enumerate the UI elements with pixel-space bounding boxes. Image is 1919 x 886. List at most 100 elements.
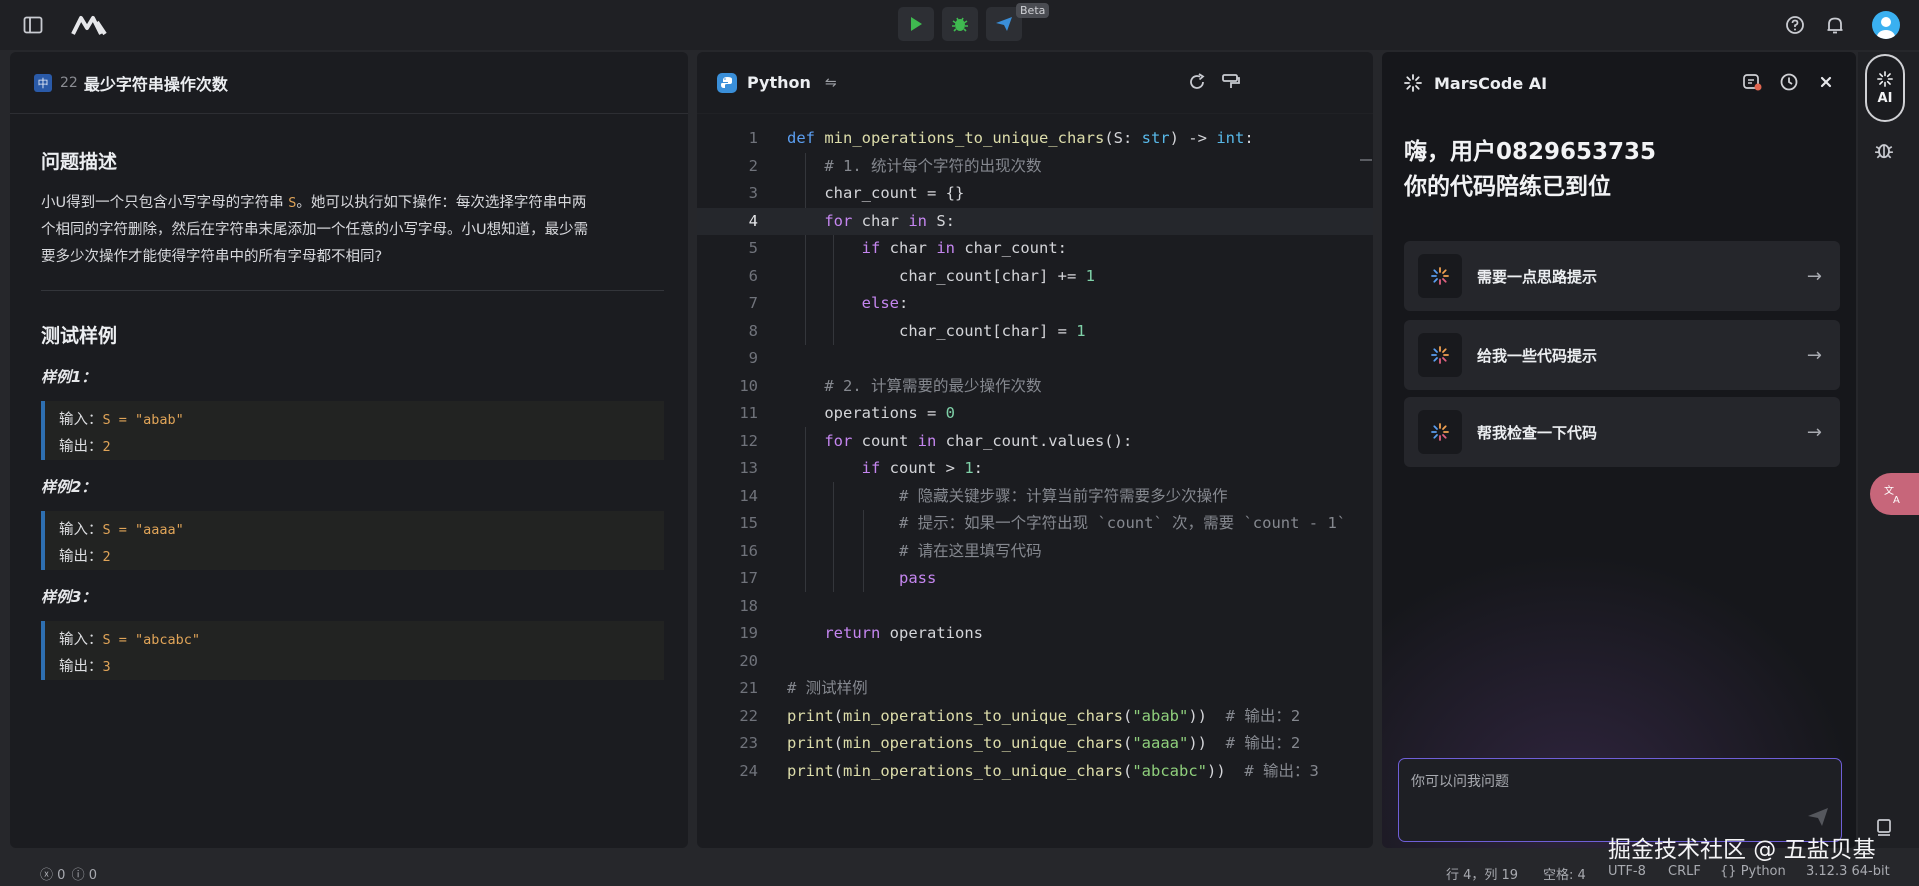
code-text[interactable]: # 2. 计算需要的最少操作次数 bbox=[787, 373, 1041, 401]
code-text[interactable]: # 提示：如果一个字符出现 `count` 次，需要 `count - 1` bbox=[787, 510, 1346, 538]
example-1-block: 输入：S = "abab" 输出：2 bbox=[41, 401, 664, 460]
language-badge[interactable]: 中 bbox=[34, 73, 52, 92]
new-chat-icon[interactable] bbox=[1742, 72, 1764, 94]
line-number: 3 bbox=[748, 184, 758, 202]
reset-icon[interactable] bbox=[1187, 72, 1209, 94]
suggestion-hint-button[interactable]: 需要一点思路提示 → bbox=[1404, 241, 1840, 311]
line-number: 4 bbox=[748, 211, 758, 230]
sparkle-icon bbox=[1877, 70, 1893, 87]
send-icon[interactable] bbox=[1807, 807, 1829, 831]
code-text[interactable]: char_count = {} bbox=[787, 180, 964, 208]
language-mode[interactable]: {} Python bbox=[1720, 864, 1786, 879]
ai-rail-button[interactable]: AI bbox=[1865, 54, 1905, 122]
python-icon bbox=[717, 72, 737, 93]
code-editor[interactable]: 1 def min_operations_to_unique_chars(S: s… bbox=[697, 125, 1373, 785]
line-number: 19 bbox=[739, 624, 758, 642]
code-text[interactable]: # 测试样例 bbox=[787, 675, 868, 703]
close-icon[interactable] bbox=[1816, 72, 1838, 94]
code-line[interactable]: 17 pass bbox=[697, 565, 1373, 593]
run-button[interactable] bbox=[898, 7, 934, 41]
code-line[interactable]: 18 bbox=[697, 593, 1373, 621]
code-line[interactable]: 6 char_count[char] += 1 bbox=[697, 263, 1373, 291]
editor-header: Python ⇋ bbox=[697, 52, 1373, 114]
sparkle-icon bbox=[1418, 333, 1462, 377]
problem-number: 22 bbox=[60, 74, 78, 91]
line-number: 6 bbox=[748, 266, 758, 285]
code-line[interactable]: 10 # 2. 计算需要的最少操作次数 bbox=[697, 373, 1373, 401]
code-text[interactable]: else: bbox=[787, 290, 909, 318]
interpreter-version[interactable]: 3.12.3 64-bit bbox=[1806, 864, 1890, 879]
code-text[interactable]: char_count[char] += 1 bbox=[787, 263, 1095, 291]
marscode-logo-icon[interactable] bbox=[70, 12, 110, 38]
code-line[interactable]: 24 print(min_operations_to_unique_chars("… bbox=[697, 758, 1373, 786]
switch-language-icon[interactable]: ⇋ bbox=[825, 75, 837, 91]
code-line[interactable]: 4 for char in S: bbox=[697, 207, 1373, 236]
indentation[interactable]: 空格: 4 bbox=[1543, 864, 1586, 883]
line-ending[interactable]: CRLF bbox=[1668, 864, 1701, 879]
code-text[interactable]: for count in char_count.values(): bbox=[787, 428, 1132, 456]
line-number: 21 bbox=[739, 679, 758, 697]
debug-button[interactable] bbox=[942, 7, 978, 41]
ai-title: MarsCode AI bbox=[1434, 73, 1548, 93]
example-3-title: 样例3： bbox=[41, 588, 97, 606]
language-selector[interactable]: Python bbox=[747, 73, 811, 92]
code-line[interactable]: 22 print(min_operations_to_unique_chars("… bbox=[697, 703, 1373, 731]
cursor-position[interactable]: 行 4，列 19 bbox=[1446, 864, 1518, 883]
code-line[interactable]: 16 # 请在这里填写代码 bbox=[697, 538, 1373, 566]
example-1-title: 样例1： bbox=[41, 368, 97, 386]
avatar[interactable] bbox=[1872, 11, 1900, 39]
panel-layout-icon[interactable] bbox=[1876, 818, 1894, 842]
suggestion-label: 需要一点思路提示 bbox=[1477, 267, 1598, 286]
line-number: 14 bbox=[739, 486, 758, 505]
code-line[interactable]: 11 operations = 0 bbox=[697, 400, 1373, 428]
code-line[interactable]: 20 bbox=[697, 648, 1373, 676]
sidebar-toggle-icon[interactable] bbox=[20, 12, 46, 38]
problems-indicator[interactable]: ⓧ 0 ⓘ 0 bbox=[40, 864, 97, 883]
history-icon[interactable] bbox=[1779, 72, 1801, 94]
code-line[interactable]: 9 bbox=[697, 345, 1373, 373]
code-text[interactable]: print(min_operations_to_unique_chars("ab… bbox=[787, 758, 1319, 786]
code-text[interactable]: operations = 0 bbox=[787, 400, 955, 428]
suggestion-label: 帮我检查一下代码 bbox=[1477, 423, 1598, 442]
code-text[interactable]: print(min_operations_to_unique_chars("ab… bbox=[787, 703, 1300, 731]
code-text[interactable]: pass bbox=[787, 565, 936, 593]
code-text[interactable]: for char in S: bbox=[787, 208, 955, 236]
code-text[interactable]: # 1. 统计每个字符的出现次数 bbox=[787, 153, 1041, 181]
chat-input[interactable] bbox=[1411, 774, 1811, 790]
code-line[interactable]: 14 # 隐藏关键步骤：计算当前字符需要多少次操作 bbox=[697, 483, 1373, 511]
code-text[interactable]: if count > 1: bbox=[787, 455, 983, 483]
code-text[interactable]: # 请在这里填写代码 bbox=[787, 538, 1042, 566]
code-line[interactable]: 23 print(min_operations_to_unique_chars("… bbox=[697, 730, 1373, 758]
translate-button[interactable]: 文A bbox=[1870, 473, 1919, 515]
problem-panel: 中 22 最少字符串操作次数 问题描述 小U得到一个只包含小写字母的字符串 S。… bbox=[10, 52, 688, 848]
code-line[interactable]: 19 return operations bbox=[697, 620, 1373, 648]
code-text[interactable]: def min_operations_to_unique_chars(S: st… bbox=[787, 125, 1254, 153]
code-line[interactable]: 3 char_count = {} bbox=[697, 180, 1373, 208]
tests-heading: 测试样例 bbox=[41, 325, 118, 347]
code-text[interactable]: print(min_operations_to_unique_chars("aa… bbox=[787, 730, 1300, 758]
code-line[interactable]: 8 char_count[char] = 1 bbox=[697, 318, 1373, 346]
code-line[interactable]: 13 if count > 1: bbox=[697, 455, 1373, 483]
code-line[interactable]: 5 if char in char_count: bbox=[697, 235, 1373, 263]
greeting: 嗨，用户0829653735 你的代码陪练已到位 bbox=[1404, 139, 1657, 200]
suggestion-code-hint-button[interactable]: 给我一些代码提示 → bbox=[1404, 320, 1840, 390]
code-text[interactable]: # 隐藏关键步骤：计算当前字符需要多少次操作 bbox=[787, 483, 1228, 511]
code-text[interactable]: if char in char_count: bbox=[787, 235, 1067, 263]
code-line[interactable]: 7 else: bbox=[697, 290, 1373, 318]
bell-icon[interactable] bbox=[1822, 12, 1848, 38]
error-icon: ⓧ bbox=[40, 868, 54, 883]
suggestion-check-code-button[interactable]: 帮我检查一下代码 → bbox=[1404, 397, 1840, 467]
code-text[interactable]: char_count[char] = 1 bbox=[787, 318, 1086, 346]
code-line[interactable]: 15 # 提示：如果一个字符出现 `count` 次，需要 `count - 1… bbox=[697, 510, 1373, 538]
example-2-block: 输入：S = "aaaa" 输出：2 bbox=[41, 511, 664, 570]
format-icon[interactable] bbox=[1221, 72, 1243, 94]
code-line[interactable]: 21 # 测试样例 bbox=[697, 675, 1373, 703]
code-line[interactable]: 2 # 1. 统计每个字符的出现次数 bbox=[697, 153, 1373, 181]
debug-rail-icon[interactable] bbox=[1874, 140, 1894, 164]
code-line[interactable]: 1 def min_operations_to_unique_chars(S: s… bbox=[697, 125, 1373, 153]
line-number: 18 bbox=[739, 596, 758, 615]
encoding[interactable]: UTF-8 bbox=[1608, 864, 1646, 879]
help-icon[interactable] bbox=[1782, 12, 1808, 38]
code-text[interactable]: return operations bbox=[787, 620, 983, 648]
code-line[interactable]: 12 for count in char_count.values(): bbox=[697, 428, 1373, 456]
